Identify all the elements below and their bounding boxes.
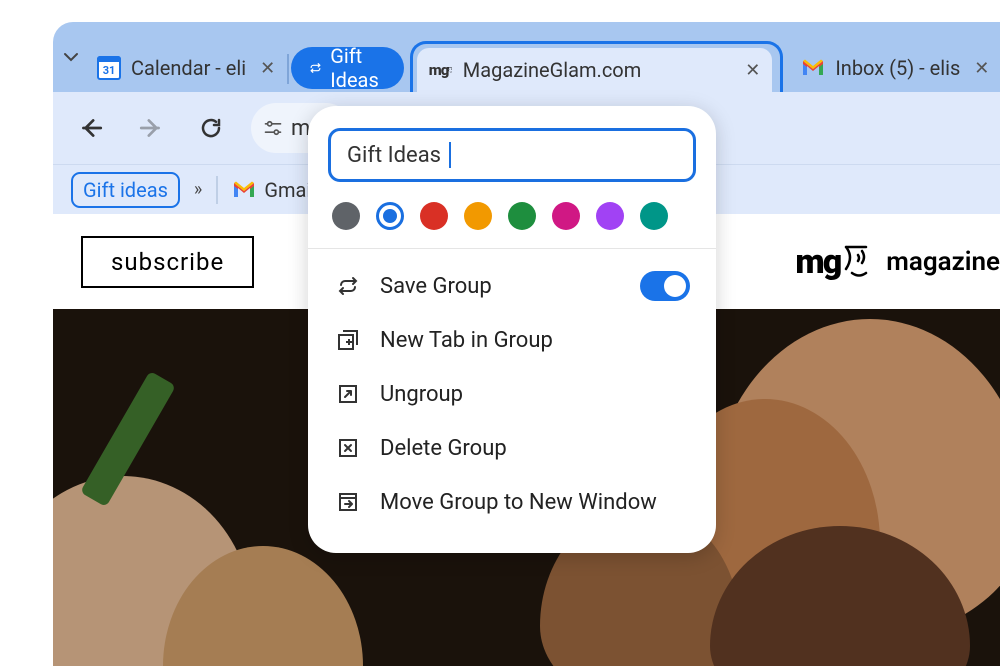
- input-value: Gift Ideas: [347, 143, 441, 168]
- color-grey[interactable]: [332, 202, 360, 230]
- sync-icon: [309, 58, 322, 78]
- tab-inbox[interactable]: Inbox (5) - elis ✕: [789, 44, 1000, 92]
- menu-label: Save Group: [380, 274, 492, 299]
- subscribe-button[interactable]: subscribe: [81, 236, 254, 288]
- brand-text: magazine: [886, 247, 1000, 277]
- divider: [216, 176, 218, 204]
- divider: [308, 248, 716, 249]
- tab-label: MagazineGlam.com: [463, 58, 641, 82]
- group-name-input[interactable]: Gift Ideas: [328, 128, 696, 182]
- browser-window: 31 Calendar - eli ✕ Gift Ideas mg Magazi…: [0, 0, 1000, 666]
- bookmark-group[interactable]: Gift ideas: [71, 172, 180, 208]
- menu-label: Move Group to New Window: [380, 490, 657, 515]
- website-favicon: mg: [429, 58, 453, 82]
- color-red[interactable]: [420, 202, 448, 230]
- color-pink[interactable]: [552, 202, 580, 230]
- color-orange[interactable]: [464, 202, 492, 230]
- brand: mg magazine: [795, 242, 1000, 282]
- chevrons-icon[interactable]: »: [194, 179, 202, 200]
- tab-group-chip[interactable]: Gift Ideas: [291, 47, 404, 89]
- toggle-switch[interactable]: [640, 271, 690, 301]
- color-green[interactable]: [508, 202, 536, 230]
- menu-label: Ungroup: [380, 382, 463, 407]
- tab-strip: 31 Calendar - eli ✕ Gift Ideas mg Magazi…: [53, 22, 1000, 92]
- close-icon[interactable]: ✕: [260, 58, 275, 79]
- color-picker: [332, 202, 692, 230]
- menu-ungroup[interactable]: Ungroup: [328, 367, 696, 421]
- forward-button[interactable]: [131, 108, 171, 148]
- delete-icon: [334, 434, 362, 462]
- close-icon[interactable]: ✕: [974, 58, 989, 79]
- menu-delete-group[interactable]: Delete Group: [328, 421, 696, 475]
- menu-new-tab[interactable]: New Tab in Group: [328, 313, 696, 367]
- color-teal[interactable]: [640, 202, 668, 230]
- tab-search-button[interactable]: [63, 38, 79, 76]
- menu-move-window[interactable]: Move Group to New Window: [328, 475, 696, 529]
- group-label: Gift Ideas: [330, 44, 386, 92]
- new-tab-icon: [334, 326, 362, 354]
- menu-label: New Tab in Group: [380, 328, 553, 353]
- back-button[interactable]: [71, 108, 111, 148]
- tab-label: Calendar - eli: [131, 56, 246, 80]
- gmail-icon: [232, 181, 256, 199]
- group-context-menu: Gift Ideas Save Group New Tab in Group U…: [308, 106, 716, 553]
- tune-icon[interactable]: [263, 118, 283, 138]
- tab-group-wrapper: mg MagazineGlam.com ✕: [410, 41, 784, 92]
- tab-label: Inbox (5) - elis: [835, 56, 960, 80]
- tab-magazineglam[interactable]: mg MagazineGlam.com ✕: [417, 48, 773, 92]
- tab-calendar[interactable]: 31 Calendar - eli ✕: [85, 44, 287, 92]
- calendar-icon: 31: [97, 56, 121, 80]
- brand-logo: mg: [795, 242, 870, 282]
- color-purple[interactable]: [596, 202, 624, 230]
- close-icon[interactable]: ✕: [745, 60, 760, 81]
- menu-label: Delete Group: [380, 436, 507, 461]
- text-cursor: [449, 142, 451, 168]
- ungroup-icon: [334, 380, 362, 408]
- bookmark-gmail[interactable]: Gmail: [232, 178, 316, 202]
- gmail-icon: [801, 56, 825, 80]
- sync-icon: [334, 272, 362, 300]
- move-window-icon: [334, 488, 362, 516]
- reload-button[interactable]: [191, 108, 231, 148]
- menu-save-group[interactable]: Save Group: [328, 259, 696, 313]
- color-blue[interactable]: [376, 202, 404, 230]
